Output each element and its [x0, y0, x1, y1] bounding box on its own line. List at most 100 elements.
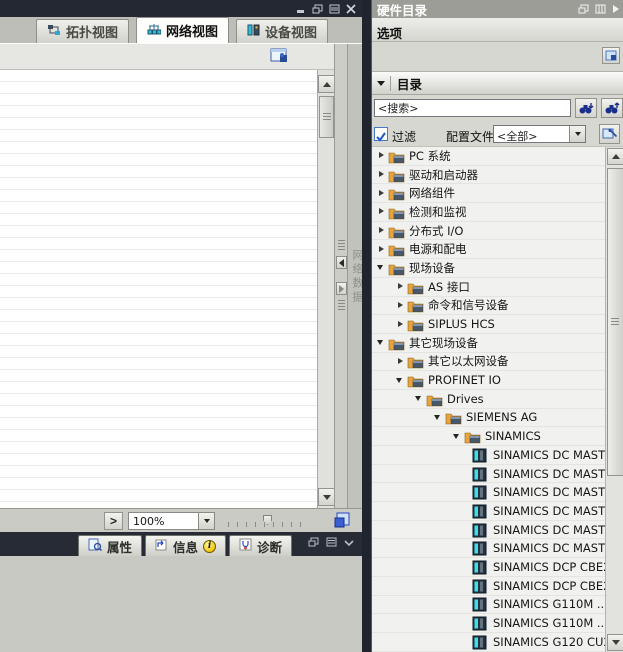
scroll-up-icon[interactable]	[607, 148, 623, 165]
tree-item[interactable]: SINAMICS DC MASTE...	[372, 446, 605, 465]
collapse-icon[interactable]	[376, 337, 387, 348]
tree-item[interactable]: SINAMICS DC MASTE...	[372, 465, 605, 484]
expand-icon[interactable]	[376, 244, 387, 255]
chevron-down-icon[interactable]	[344, 532, 354, 551]
expand-icon[interactable]	[395, 319, 406, 330]
search-input[interactable]	[374, 99, 571, 117]
tree-item[interactable]: SINAMICS DC MASTE...	[372, 502, 605, 521]
options-toolbar	[372, 42, 623, 72]
tree-item[interactable]: 分布式 I/O	[372, 222, 605, 241]
scroll-down-icon[interactable]	[607, 634, 623, 651]
search-down-icon[interactable]	[575, 98, 597, 118]
tree-item[interactable]: SINAMICS DC MASTE...	[372, 483, 605, 502]
split-panel-icon[interactable]	[595, 2, 606, 17]
close-icon[interactable]	[346, 4, 356, 14]
tree-item[interactable]: SINAMICS G110M ...	[372, 614, 605, 633]
fit-to-view-icon[interactable]	[334, 511, 354, 531]
device-icon	[472, 504, 489, 518]
expand-icon[interactable]	[376, 188, 387, 199]
float-icon[interactable]	[312, 4, 323, 14]
expand-icon[interactable]	[395, 281, 406, 292]
search-up-icon[interactable]	[601, 98, 623, 118]
zoom-select[interactable]: 100%	[128, 512, 215, 530]
tree-item[interactable]: 现场设备	[372, 259, 605, 278]
tab-properties[interactable]: 属性	[78, 535, 142, 556]
tree-item[interactable]: 其它现场设备	[372, 334, 605, 353]
options-section-header[interactable]: 选项	[372, 20, 623, 42]
tab-info[interactable]: 信息 i	[145, 535, 226, 556]
collapse-left-icon[interactable]	[336, 256, 347, 269]
hardware-folder-icon	[388, 149, 405, 163]
catalog-scrollbar[interactable]	[605, 147, 623, 652]
float-icon[interactable]	[578, 2, 589, 17]
scroll-down-icon[interactable]	[318, 488, 335, 506]
tree-item-label: SINAMICS G110M ...	[489, 616, 605, 630]
scrollbar-thumb[interactable]	[607, 168, 623, 476]
expand-icon[interactable]	[376, 169, 387, 180]
tree-item[interactable]: SIPLUS HCS	[372, 315, 605, 334]
expand-overview-button[interactable]: >	[104, 512, 123, 530]
tree-item[interactable]: 驱动和启动器	[372, 166, 605, 185]
scroll-up-icon[interactable]	[318, 75, 335, 93]
canvas-vertical-scrollbar[interactable]	[317, 70, 334, 508]
network-canvas[interactable]	[0, 70, 317, 508]
tree-item[interactable]: 网络组件	[372, 184, 605, 203]
tree-item[interactable]: SINAMICS G120 CU2...	[372, 633, 605, 652]
chevron-down-icon[interactable]	[569, 126, 585, 142]
scrollbar-thumb[interactable]	[319, 96, 334, 138]
pane-divider[interactable]	[362, 0, 371, 652]
relations-icon[interactable]	[270, 47, 290, 69]
tree-item[interactable]: AS 接口	[372, 278, 605, 297]
tree-item[interactable]: SINAMICS DC MASTE...	[372, 539, 605, 558]
tree-item[interactable]: 其它以太网设备	[372, 353, 605, 372]
tab-label: 诊断	[257, 537, 282, 556]
collapse-icon[interactable]	[376, 262, 387, 273]
tree-item[interactable]: 检测和监视	[372, 203, 605, 222]
palette-mode-icon[interactable]	[602, 47, 620, 64]
tree-item[interactable]: 命令和信号设备	[372, 297, 605, 316]
pane-splitter[interactable]	[334, 44, 348, 508]
collapse-icon[interactable]	[452, 431, 463, 442]
tree-item[interactable]: SINAMICS DCP CBE2...	[372, 577, 605, 596]
expand-icon[interactable]	[376, 150, 387, 161]
collapse-icon[interactable]	[395, 375, 406, 386]
list-icon[interactable]	[326, 532, 337, 551]
tree-item[interactable]: SIEMENS AG	[372, 409, 605, 428]
tab-label: 设备视图	[265, 22, 317, 41]
expand-right-icon[interactable]	[336, 282, 347, 295]
expand-icon[interactable]	[376, 206, 387, 217]
tree-item[interactable]: SINAMICS DC MASTE...	[372, 521, 605, 540]
tab-diagnostics[interactable]: 诊断	[229, 535, 292, 556]
hardware-folder-icon	[464, 429, 481, 443]
tab-device-view[interactable]: 设备视图	[236, 19, 328, 43]
catalog-section-header[interactable]: 目录	[372, 72, 623, 95]
tree-item-label: 网络组件	[405, 185, 455, 201]
device-icon	[472, 448, 489, 462]
hardware-folder-icon	[407, 373, 424, 387]
expand-icon[interactable]	[395, 300, 406, 311]
collapse-icon[interactable]	[414, 393, 425, 404]
tree-item[interactable]: SINAMICS DCP CBE2...	[372, 558, 605, 577]
hardware-folder-icon	[388, 336, 405, 350]
collapse-icon[interactable]	[433, 412, 444, 423]
expand-icon[interactable]	[395, 356, 406, 367]
expand-icon[interactable]	[376, 225, 387, 236]
tab-topology-view[interactable]: 拓扑视图	[36, 19, 129, 43]
tree-item[interactable]: SINAMICS	[372, 427, 605, 446]
tree-item[interactable]: Drives	[372, 390, 605, 409]
filter-checkbox[interactable]	[374, 127, 388, 141]
tree-item[interactable]: SINAMICS G110M ...	[372, 596, 605, 615]
chevron-down-icon[interactable]	[377, 81, 385, 86]
tab-network-view[interactable]: 网络视图	[136, 17, 229, 43]
tree-item[interactable]: PROFINET IO	[372, 371, 605, 390]
chevron-down-icon[interactable]	[198, 513, 214, 529]
embed-icon[interactable]	[329, 4, 340, 14]
minimize-icon[interactable]	[296, 4, 306, 14]
tree-item[interactable]: PC 系统	[372, 147, 605, 166]
tree-item[interactable]: 电源和配电	[372, 240, 605, 259]
catalog-info-icon[interactable]	[599, 124, 620, 144]
collapse-right-icon[interactable]	[612, 2, 620, 17]
float-icon[interactable]	[308, 532, 319, 551]
profile-select[interactable]: <全部>	[493, 125, 586, 143]
zoom-slider[interactable]	[228, 517, 306, 527]
